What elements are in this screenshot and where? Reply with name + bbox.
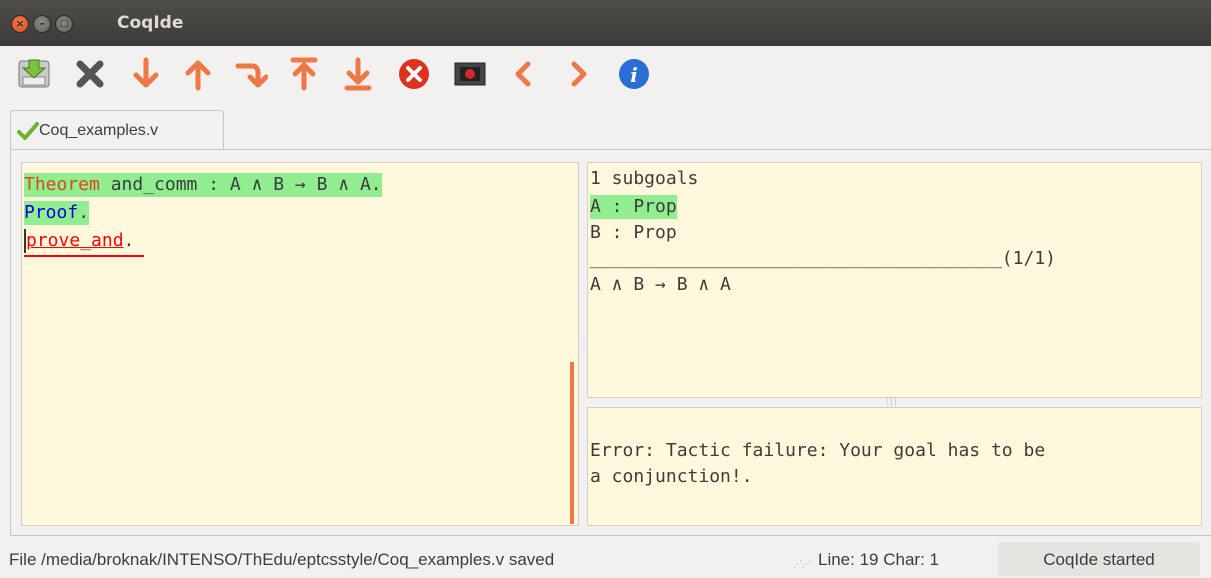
close-proof-button[interactable]: [72, 56, 108, 92]
resize-grip[interactable]: ⋰⋰: [793, 560, 811, 570]
proof-keyword: Proof: [24, 202, 79, 223]
editor-line-2: Proof.: [24, 201, 90, 225]
error-message-line-1: Error: Tactic failure: Your goal has to …: [590, 440, 1046, 461]
arrow-down-icon: [133, 57, 159, 88]
previous-button[interactable]: [506, 56, 542, 92]
checkmark-icon: [17, 122, 39, 140]
window-title: CoqIde: [117, 13, 184, 33]
go-to-cursor-button[interactable]: [232, 56, 269, 92]
editor-scrollbar[interactable]: [570, 362, 574, 524]
error-underline: [24, 255, 144, 257]
backward-button[interactable]: [180, 56, 216, 92]
stop-circle-icon: [399, 59, 429, 89]
tab-coq-examples[interactable]: Coq_examples.v: [10, 110, 224, 151]
stop-button[interactable]: [452, 56, 488, 92]
editor-line-3: prove_and.: [24, 229, 134, 253]
hypothesis-b: B : Prop: [590, 222, 677, 243]
title-bar: × – □ CoqIde: [0, 0, 1211, 46]
pane-splitter-grip[interactable]: ⋮: [580, 338, 588, 358]
editor-line-1: Theorem and_comm : A ∧ B → B ∧ A.: [24, 173, 382, 197]
tab-bar: Coq_examples.v: [0, 102, 1211, 151]
forward-button[interactable]: [128, 56, 164, 92]
maximize-icon: □: [59, 19, 69, 29]
minimize-icon: –: [39, 17, 45, 30]
messages-pane: Error: Tactic failure: Your goal has to …: [587, 407, 1202, 526]
save-button[interactable]: [16, 56, 52, 92]
window-maximize-button[interactable]: □: [55, 15, 73, 33]
hypothesis-a: A : Prop: [590, 195, 677, 219]
theorem-statement: and_comm : A ∧ B → B ∧ A.: [99, 174, 382, 195]
error-message-line-2: a conjunction!.: [590, 466, 753, 487]
toolbar: i: [0, 46, 1211, 102]
interrupt-button[interactable]: [396, 56, 432, 92]
script-editor[interactable]: Theorem and_comm : A ∧ B → B ∧ A. Proof.…: [21, 162, 579, 526]
arrow-to-top-icon: [290, 57, 318, 91]
goals-pane: 1 subgoals A : Prop B : Prop ___________…: [587, 162, 1202, 398]
close-x-icon: [76, 60, 104, 88]
save-icon: [18, 59, 50, 88]
arrow-up-icon: [185, 60, 211, 91]
tactic-punct: .: [123, 230, 135, 251]
goals-splitter-grip[interactable]: │││: [885, 398, 898, 406]
goal-statement: A ∧ B → B ∧ A: [590, 274, 731, 295]
svg-text:i: i: [630, 63, 638, 87]
tab-label: Coq_examples.v: [39, 122, 159, 139]
coq-state-label: CoqIde started: [1043, 550, 1155, 569]
file-status: File /media/broknak/INTENSO/ThEdu/eptcss…: [9, 550, 555, 569]
restart-button[interactable]: [286, 56, 322, 92]
about-button[interactable]: i: [616, 56, 652, 92]
stop-screen-icon: [454, 62, 486, 86]
go-to-end-button[interactable]: [340, 56, 376, 92]
window-minimize-button[interactable]: –: [33, 15, 51, 33]
error-tactic: prove_and: [26, 230, 124, 251]
next-button[interactable]: [560, 56, 596, 92]
chevron-left-icon: [515, 61, 531, 87]
chevron-right-icon: [571, 61, 587, 87]
arrow-curve-icon: [235, 63, 269, 88]
proof-punct: .: [78, 202, 90, 223]
arrow-to-bottom-icon: [344, 57, 372, 91]
status-bar: File /media/broknak/INTENSO/ThEdu/eptcss…: [0, 538, 1211, 578]
close-icon: ×: [15, 17, 25, 30]
window-close-button[interactable]: ×: [11, 15, 29, 33]
theorem-keyword: Theorem: [24, 174, 100, 195]
info-icon: i: [619, 59, 649, 89]
subgoal-count: 1 subgoals: [590, 168, 699, 189]
coq-state: CoqIde started: [998, 542, 1200, 576]
cursor-position: Line: 19 Char: 1: [818, 550, 939, 569]
goal-separator: ______________________________________(1…: [590, 248, 1056, 269]
